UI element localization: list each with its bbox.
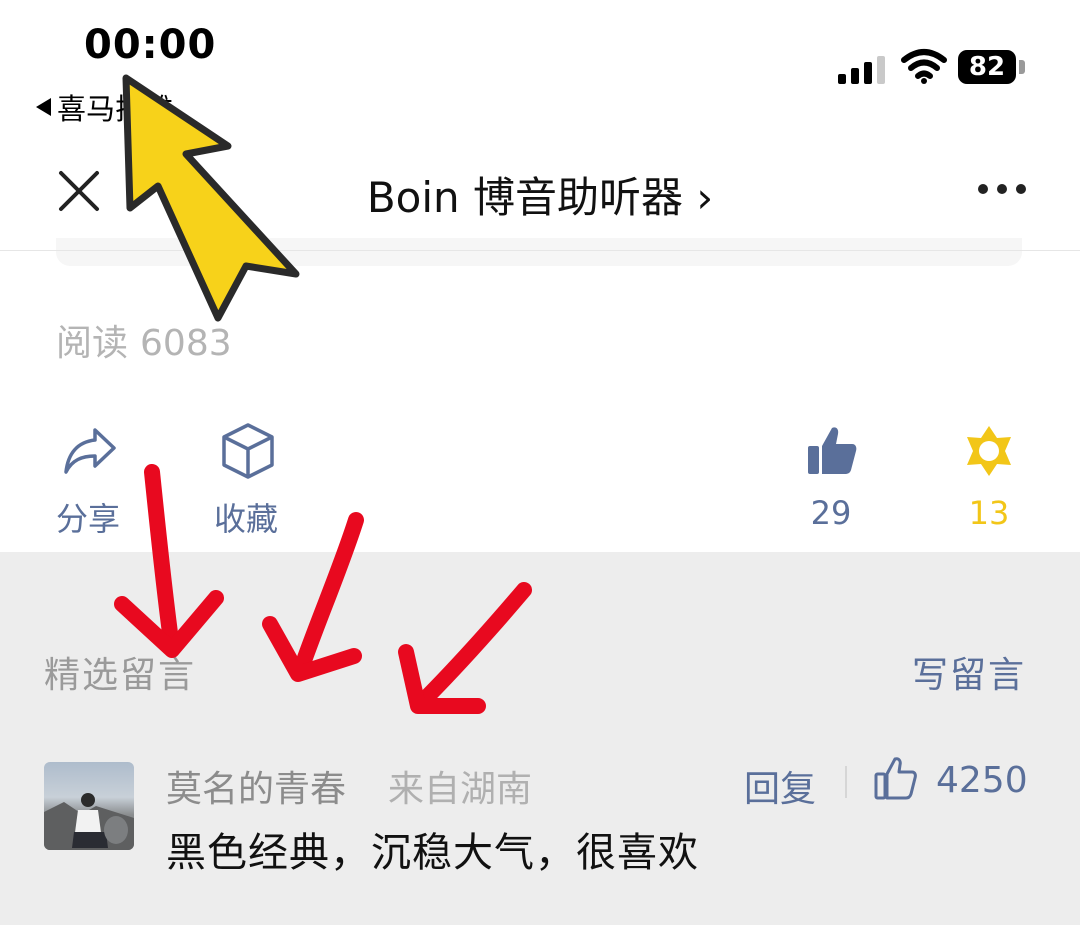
like-count: 29 (810, 494, 852, 532)
commenter-name[interactable]: 莫名的青春 (166, 760, 346, 812)
reply-divider (845, 766, 847, 798)
favorite-box-icon[interactable] (220, 422, 276, 480)
account-title[interactable]: Boin 博音助听器 › (0, 164, 1080, 225)
status-time: 00:00 (84, 22, 217, 68)
battery-icon: 82 (958, 50, 1016, 84)
avatar[interactable] (44, 762, 134, 850)
wifi-icon (901, 49, 947, 84)
wow-star-icon[interactable] (962, 424, 1016, 478)
featured-comments-title: 精选留言 (44, 655, 197, 696)
battery-level: 82 (968, 52, 1006, 82)
favorite-button[interactable]: 收藏 (214, 494, 278, 540)
reply-button[interactable]: 回复 (744, 760, 816, 812)
avatar-photo (44, 793, 134, 850)
cellular-signal-icon (838, 54, 885, 84)
read-count-value: 6083 (140, 323, 232, 364)
share-icon[interactable] (62, 424, 120, 478)
read-count-label: 阅读 (56, 323, 129, 364)
comment-text: 黑色经典，沉稳大气，很喜欢 (166, 830, 699, 876)
read-count: 阅读 6083 (56, 314, 232, 366)
comment-like-count: 4250 (936, 760, 1028, 801)
commenter-location: 来自湖南 (388, 769, 533, 810)
content-card-bottom (56, 238, 1022, 266)
more-options-icon[interactable] (978, 184, 1026, 194)
back-triangle-icon (36, 98, 51, 116)
battery-cap (1019, 60, 1025, 74)
back-to-app-link[interactable]: 喜马拉雅 (36, 86, 173, 128)
nav-divider (0, 250, 1080, 251)
write-comment-button[interactable]: 写留言 (912, 646, 1026, 698)
comment-like-icon[interactable] (874, 756, 918, 800)
thumbs-up-icon[interactable] (806, 424, 858, 476)
back-app-label: 喜马拉雅 (57, 92, 174, 126)
share-button[interactable]: 分享 (56, 494, 120, 540)
wow-count: 13 (968, 494, 1010, 532)
